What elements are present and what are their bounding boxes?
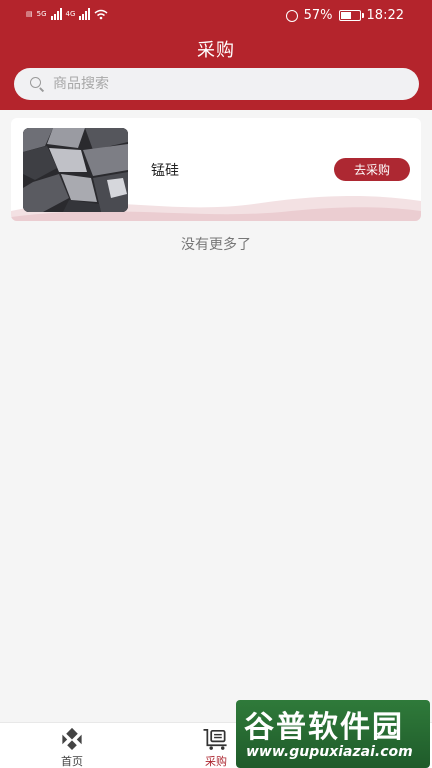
list-end-message: 没有更多了 [181,237,251,253]
ore-image [23,128,128,212]
watermark-title: 谷普软件园 [244,710,404,745]
app-header: ▤ 5G 4G 57% 18:22 采购 [0,0,432,110]
site-watermark: 谷普软件园 www.gupuxiazai.com [236,700,430,768]
search-bar[interactable] [14,68,419,100]
battery-fill [340,12,351,19]
watermark-url: www.gupuxiazai.com [246,744,413,760]
signal-icon-2 [79,8,91,20]
home-icon [62,727,82,751]
product-card[interactable]: 锰硅 去采购 [11,118,421,221]
sim-icon: ▤ [26,9,33,18]
search-input[interactable] [53,76,393,92]
tab-home-label: 首页 [61,755,83,768]
status-bar-left: ▤ 5G 4G [26,8,108,20]
battery-icon [338,10,364,21]
status-bar-right: 57% 18:22 [285,8,404,23]
product-name: 锰硅 [151,163,179,179]
page-title: 采购 [197,40,235,61]
go-purchase-button[interactable]: 去采购 [334,158,410,181]
cart-icon [203,728,227,750]
status-bar: ▤ 5G 4G 57% 18:22 [0,0,432,32]
product-thumbnail[interactable] [23,128,128,212]
alarm-icon [285,9,298,22]
signal-icon [50,8,62,20]
network-tag-5g: 5G [36,9,47,18]
tab-home[interactable]: 首页 [22,723,122,768]
battery-percent: 57% [303,8,333,23]
network-tag-4g: 4G [65,9,76,18]
search-icon [30,76,45,92]
tab-purchase-label: 采购 [205,755,227,768]
wifi-icon [94,9,108,19]
clock: 18:22 [366,8,404,23]
